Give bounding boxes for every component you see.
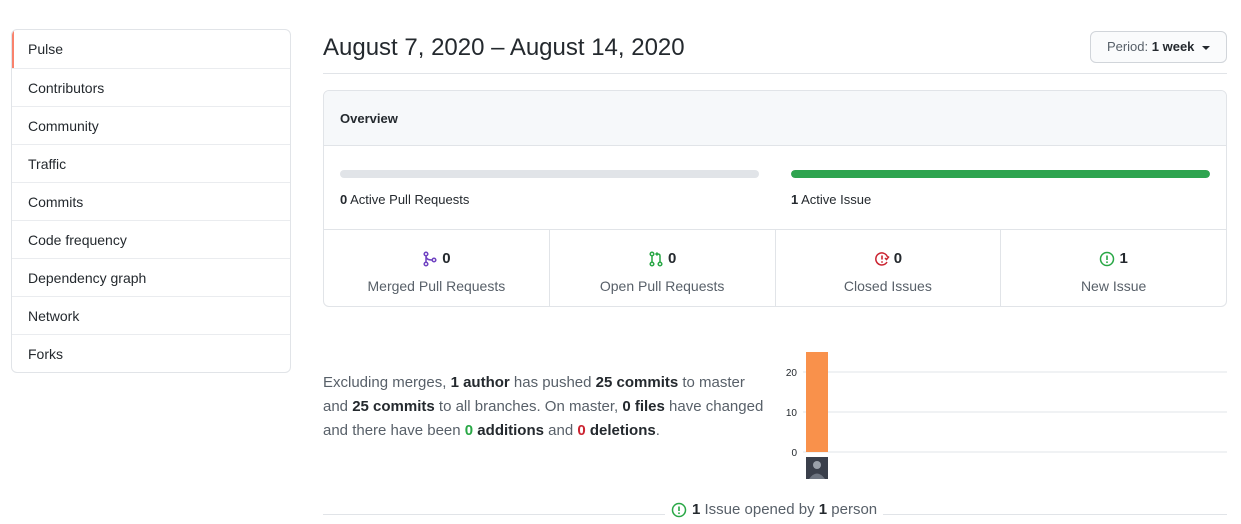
closed-issues-label: Closed Issues — [843, 277, 932, 294]
author-avatar[interactable] — [806, 457, 828, 479]
active-pull-requests-label: 0 Active Pull Requests — [340, 192, 759, 207]
active-pull-requests-count: 0 — [340, 192, 348, 207]
pull-requests-ratio-bar — [340, 170, 759, 178]
issue-opened-icon — [1100, 251, 1115, 266]
commit-bar[interactable] — [806, 352, 828, 452]
issue-closed-icon — [874, 251, 890, 266]
new-issues-count-wrap: 1 — [1099, 250, 1128, 267]
commit-summary: Excluding merges, 1 author has pushed 25… — [323, 371, 768, 443]
sidebar-item-forks[interactable]: Forks — [12, 334, 290, 372]
issues-ratio-fill — [791, 170, 1210, 178]
active-pull-requests-text: Active Pull Requests — [350, 192, 470, 207]
sidebar-item-network[interactable]: Network — [12, 296, 290, 334]
issues-opened-middle: Issue opened by — [700, 501, 819, 518]
insights-sidebar: Pulse Contributors Community Traffic Com… — [11, 29, 291, 373]
closed-issues-count-wrap: 0 — [874, 250, 902, 267]
open-pull-requests-label: Open Pull Requests — [599, 277, 725, 294]
sidebar-item-pulse[interactable]: Pulse — [12, 30, 290, 68]
active-issues-count: 1 — [791, 192, 799, 207]
summary-deletions-num: 0 — [577, 422, 586, 439]
activity-ratio-row: 0 Active Pull Requests 1 Active Issue — [324, 146, 1226, 230]
git-pull-request-icon — [649, 250, 663, 267]
summary-text-6: and — [543, 422, 578, 439]
commits-by-author-chart: 0 10 20 — [786, 352, 1227, 479]
merged-pull-requests-count-wrap: 0 — [422, 250, 451, 267]
period-prefix: Period: — [1106, 39, 1149, 54]
sidebar-item-contributors[interactable]: Contributors — [12, 68, 290, 106]
active-issues-text: Active Issue — [801, 192, 872, 207]
open-pull-requests-count: 0 — [667, 250, 677, 267]
sidebar-item-code-frequency[interactable]: Code frequency — [12, 220, 290, 258]
summary-text-7: . — [655, 422, 660, 439]
summary-authors[interactable]: 1 author — [451, 374, 510, 391]
summary-deletions-word: deletions — [585, 422, 656, 439]
page-title: August 7, 2020 – August 14, 2020 — [323, 34, 685, 61]
sidebar-item-community[interactable]: Community — [12, 106, 290, 144]
stats-row: 0 Merged Pull Requests 0 Open Pull Reque… — [324, 230, 1226, 306]
sidebar-item-traffic[interactable]: Traffic — [12, 144, 290, 182]
y-tick-label: 20 — [786, 368, 798, 379]
stat-new-issues[interactable]: 1 New Issue — [1000, 230, 1226, 306]
caret-down-icon — [1202, 45, 1211, 50]
sidebar-item-commits[interactable]: Commits — [12, 182, 290, 220]
stat-merged-pull-requests[interactable]: 0 Merged Pull Requests — [324, 230, 549, 306]
period-dropdown-button[interactable]: Period: 1 week — [1090, 31, 1227, 63]
issues-opened-text: 1 Issue opened by 1 person — [692, 501, 877, 518]
issues-ratio-bar — [791, 170, 1210, 178]
closed-issues-count: 0 — [893, 250, 903, 267]
summary-text-4: to all branches. On master, — [434, 398, 623, 415]
header-divider — [323, 73, 1227, 74]
summary-commits-all: 25 commits — [352, 398, 435, 415]
active-pull-requests[interactable]: 0 Active Pull Requests — [340, 170, 759, 207]
issues-opened-summary: 1 Issue opened by 1 person — [665, 501, 884, 518]
open-pull-requests-count-wrap: 0 — [648, 250, 676, 267]
new-issues-count: 1 — [1119, 250, 1128, 267]
issues-opened-people: 1 — [818, 501, 828, 518]
new-issues-label: New Issue — [1080, 277, 1147, 294]
merged-pull-requests-count: 0 — [442, 250, 451, 267]
sidebar-item-dependency-graph[interactable]: Dependency graph — [12, 258, 290, 296]
git-merge-icon — [423, 250, 437, 267]
overview-panel: Overview 0 Active Pull Requests 1 Active… — [323, 90, 1227, 307]
summary-additions-word: additions — [473, 422, 544, 439]
issues-opened-suffix: person — [827, 501, 878, 518]
y-tick-label: 10 — [786, 408, 798, 419]
summary-commits-master: 25 commits — [595, 374, 679, 391]
y-tick-label: 0 — [791, 448, 797, 459]
active-issues-label: 1 Active Issue — [791, 192, 1210, 207]
overview-title: Overview — [324, 91, 1226, 146]
issue-opened-icon — [671, 502, 687, 517]
summary-text-2: has pushed — [509, 374, 596, 391]
period-value: 1 week — [1151, 39, 1195, 54]
stat-open-pull-requests[interactable]: 0 Open Pull Requests — [548, 230, 775, 306]
stat-closed-issues[interactable]: 0 Closed Issues — [774, 230, 1001, 306]
summary-files: 0 files — [622, 398, 665, 415]
active-issues[interactable]: 1 Active Issue — [791, 170, 1210, 207]
summary-text-1: Excluding merges, — [323, 374, 451, 391]
merged-pull-requests-label: Merged Pull Requests — [367, 277, 506, 294]
summary-additions-num: 0 — [464, 422, 474, 439]
